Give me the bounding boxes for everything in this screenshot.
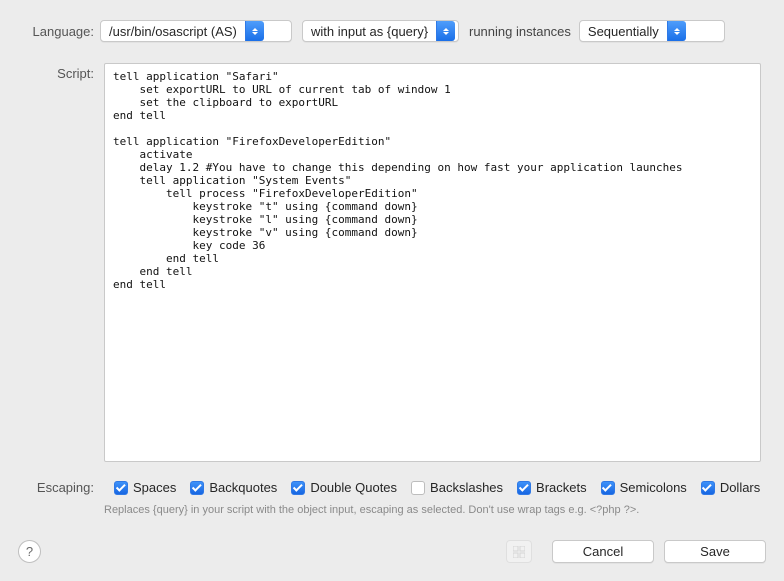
save-button[interactable]: Save bbox=[664, 540, 766, 563]
escaping-backquotes-checkbox[interactable]: Backquotes bbox=[190, 480, 277, 495]
chevron-updown-icon bbox=[667, 21, 686, 41]
cancel-button[interactable]: Cancel bbox=[552, 540, 654, 563]
language-select[interactable]: /usr/bin/osascript (AS) bbox=[100, 20, 292, 42]
escaping-row: Escaping: Spaces Backquotes Double Quote… bbox=[0, 480, 766, 495]
cancel-button-label: Cancel bbox=[583, 544, 623, 559]
checkbox-icon bbox=[291, 481, 305, 495]
chevron-updown-icon bbox=[245, 21, 264, 41]
script-config-pane: Language: /usr/bin/osascript (AS) with i… bbox=[0, 0, 784, 581]
escaping-brackets-checkbox[interactable]: Brackets bbox=[517, 480, 587, 495]
script-textarea[interactable] bbox=[104, 63, 761, 462]
checkbox-icon bbox=[190, 481, 204, 495]
language-row: Language: /usr/bin/osascript (AS) with i… bbox=[0, 20, 766, 42]
escaping-spaces-label: Spaces bbox=[133, 480, 176, 495]
input-mode-select[interactable]: with input as {query} bbox=[302, 20, 459, 42]
escaping-label: Escaping: bbox=[0, 480, 100, 495]
escaping-backslashes-checkbox[interactable]: Backslashes bbox=[411, 480, 503, 495]
checkbox-icon bbox=[701, 481, 715, 495]
save-button-label: Save bbox=[700, 544, 730, 559]
chevron-updown-icon bbox=[436, 21, 455, 41]
input-mode-select-value: with input as {query} bbox=[303, 24, 436, 39]
help-icon: ? bbox=[26, 544, 33, 559]
checkbox-icon bbox=[517, 481, 531, 495]
escaping-backslashes-label: Backslashes bbox=[430, 480, 503, 495]
checkbox-icon bbox=[411, 481, 425, 495]
escaping-hint: Replaces {query} in your script with the… bbox=[104, 504, 766, 516]
help-button[interactable]: ? bbox=[18, 540, 41, 563]
escaping-semicolons-checkbox[interactable]: Semicolons bbox=[601, 480, 687, 495]
escaping-brackets-label: Brackets bbox=[536, 480, 587, 495]
escaping-dollars-checkbox[interactable]: Dollars bbox=[701, 480, 760, 495]
running-instances-select[interactable]: Sequentially bbox=[579, 20, 725, 42]
escaping-dollars-label: Dollars bbox=[720, 480, 760, 495]
escaping-semicolons-label: Semicolons bbox=[620, 480, 687, 495]
escaping-spaces-checkbox[interactable]: Spaces bbox=[114, 480, 176, 495]
checkbox-icon bbox=[601, 481, 615, 495]
grid-icon bbox=[513, 546, 525, 558]
checkbox-icon bbox=[114, 481, 128, 495]
language-select-value: /usr/bin/osascript (AS) bbox=[101, 24, 245, 39]
layout-grid-button[interactable] bbox=[506, 540, 532, 563]
escaping-double-quotes-label: Double Quotes bbox=[310, 480, 397, 495]
escaping-double-quotes-checkbox[interactable]: Double Quotes bbox=[291, 480, 397, 495]
language-label: Language: bbox=[0, 24, 100, 39]
bottom-button-row: ? Cancel Save bbox=[18, 540, 766, 563]
running-instances-label: running instances bbox=[469, 24, 571, 39]
escaping-backquotes-label: Backquotes bbox=[209, 480, 277, 495]
running-instances-select-value: Sequentially bbox=[580, 24, 667, 39]
script-label: Script: bbox=[0, 66, 100, 81]
